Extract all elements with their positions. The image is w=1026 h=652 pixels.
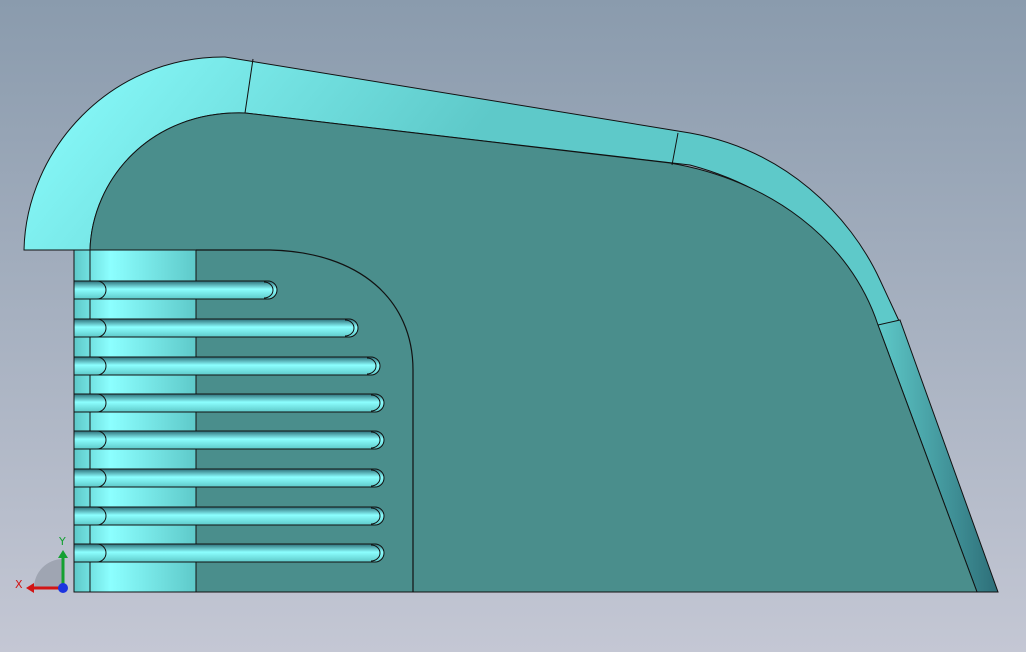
slot <box>73 543 385 563</box>
slot-body <box>73 543 385 563</box>
slot-body <box>73 356 381 376</box>
slot <box>73 430 385 450</box>
slot <box>73 506 385 526</box>
slot <box>73 318 359 338</box>
slot-body <box>73 430 385 450</box>
slot <box>73 280 278 300</box>
x-axis-label: X <box>15 578 23 591</box>
slot-body <box>73 393 385 413</box>
slot <box>73 393 385 413</box>
y-axis-label: Y <box>58 535 66 548</box>
left-cylindrical-strip <box>73 249 197 593</box>
slot <box>73 356 381 376</box>
slot <box>73 468 385 488</box>
slot-body <box>73 318 359 338</box>
slot-body <box>73 468 385 488</box>
slot-body <box>73 280 278 300</box>
z-axis-indicator <box>58 583 68 593</box>
slot-body <box>73 506 385 526</box>
cad-viewport[interactable]: X Y <box>0 0 1026 652</box>
